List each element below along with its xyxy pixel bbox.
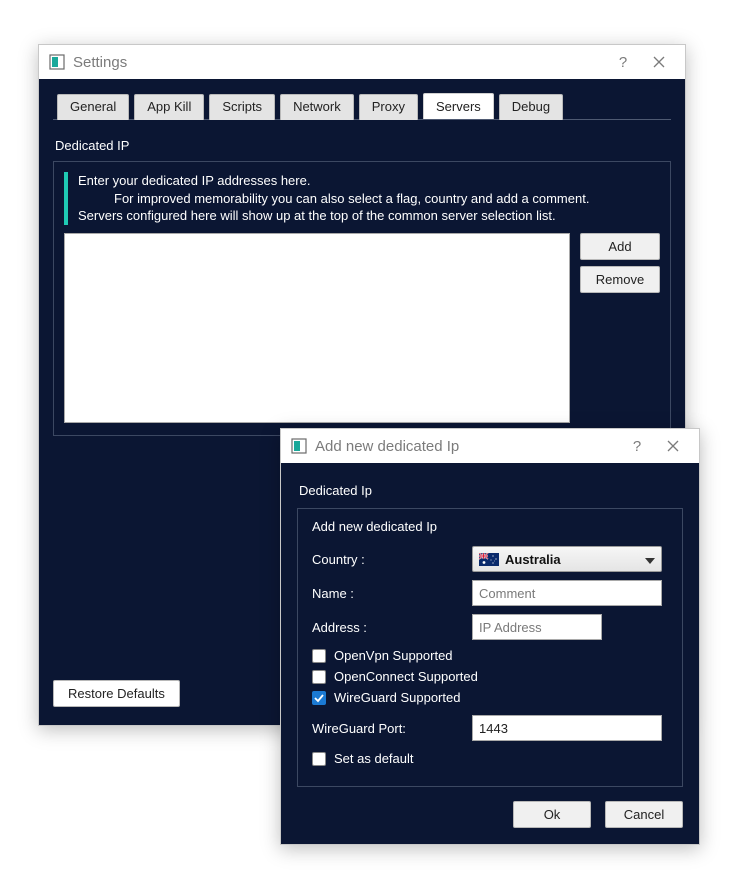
- dialog-section-label: Dedicated Ip: [299, 483, 683, 498]
- app-icon: [291, 438, 307, 454]
- remove-button[interactable]: Remove: [580, 266, 660, 293]
- openconnect-label: OpenConnect Supported: [334, 669, 478, 684]
- chevron-down-icon: [645, 552, 655, 567]
- add-button[interactable]: Add: [580, 233, 660, 260]
- name-label: Name :: [312, 586, 472, 601]
- tab-scripts[interactable]: Scripts: [209, 94, 275, 120]
- openvpn-checkbox[interactable]: [312, 649, 326, 663]
- name-field[interactable]: [472, 580, 662, 606]
- close-button[interactable]: [641, 48, 677, 76]
- dedicated-ip-list[interactable]: [64, 233, 570, 423]
- restore-defaults-button[interactable]: Restore Defaults: [53, 680, 180, 707]
- tab-app-kill[interactable]: App Kill: [134, 94, 204, 120]
- hint-line-2: For improved memorability you can also s…: [114, 191, 589, 206]
- address-field[interactable]: [472, 614, 602, 640]
- dialog-title: Add new dedicated Ip: [315, 438, 619, 455]
- tab-network[interactable]: Network: [280, 94, 354, 120]
- set-default-checkbox[interactable]: [312, 752, 326, 766]
- cancel-button[interactable]: Cancel: [605, 801, 683, 828]
- dialog-close-button[interactable]: [655, 432, 691, 460]
- tab-general[interactable]: General: [57, 94, 129, 120]
- settings-title: Settings: [73, 54, 605, 71]
- country-selected: Australia: [505, 552, 561, 567]
- settings-tabs: General App Kill Scripts Network Proxy S…: [53, 93, 671, 120]
- dialog-titlebar: Add new dedicated Ip ?: [281, 429, 699, 463]
- tab-servers[interactable]: Servers: [423, 93, 494, 119]
- set-default-label: Set as default: [334, 751, 414, 766]
- dialog-body: Dedicated Ip Add new dedicated Ip Countr…: [281, 463, 699, 844]
- add-ip-dialog: Add new dedicated Ip ? Dedicated Ip Add …: [280, 428, 700, 845]
- app-icon: [49, 54, 65, 70]
- ok-button[interactable]: Ok: [513, 801, 591, 828]
- dedicated-ip-hint: Enter your dedicated IP addresses here. …: [64, 172, 660, 225]
- openvpn-label: OpenVpn Supported: [334, 648, 453, 663]
- wireguard-port-field[interactable]: [472, 715, 662, 741]
- tab-proxy[interactable]: Proxy: [359, 94, 418, 120]
- flag-icon: [479, 553, 499, 566]
- hint-line-3: Servers configured here will show up at …: [78, 208, 556, 223]
- dialog-legend: Add new dedicated Ip: [312, 519, 668, 534]
- help-button[interactable]: ?: [605, 48, 641, 76]
- country-select[interactable]: Australia: [472, 546, 662, 572]
- openconnect-checkbox[interactable]: [312, 670, 326, 684]
- address-label: Address :: [312, 620, 472, 635]
- tab-debug[interactable]: Debug: [499, 94, 563, 120]
- wireguard-label: WireGuard Supported: [334, 690, 460, 705]
- wireguard-port-label: WireGuard Port:: [312, 721, 472, 736]
- dialog-fieldset: Add new dedicated Ip Country :: [297, 508, 683, 787]
- wireguard-checkbox[interactable]: [312, 691, 326, 705]
- settings-titlebar: Settings ?: [39, 45, 685, 79]
- dialog-help-button[interactable]: ?: [619, 432, 655, 460]
- dedicated-ip-fieldset: Enter your dedicated IP addresses here. …: [53, 161, 671, 436]
- dedicated-ip-label: Dedicated IP: [55, 138, 671, 153]
- hint-line-1: Enter your dedicated IP addresses here.: [78, 173, 310, 188]
- country-label: Country :: [312, 552, 472, 567]
